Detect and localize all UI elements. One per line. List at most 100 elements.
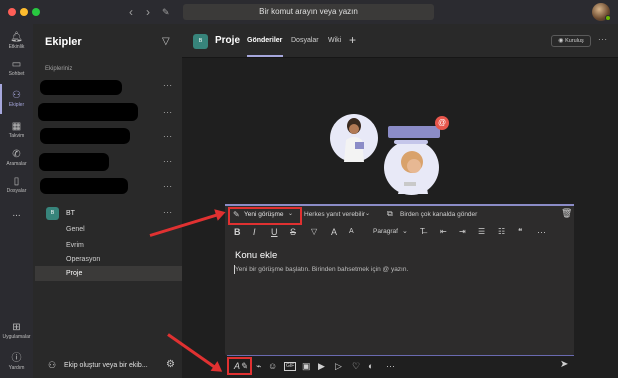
- at-mention-icon: @: [435, 116, 449, 130]
- new-chat-icon[interactable]: ✎: [162, 4, 170, 20]
- team-more-icon[interactable]: ···: [163, 208, 173, 217]
- redacted-team[interactable]: [40, 80, 122, 95]
- font-color-button[interactable]: A: [331, 226, 337, 238]
- zoom-window-icon[interactable]: [32, 8, 40, 16]
- emoji-icon[interactable]: ☺: [268, 360, 277, 372]
- format-icon[interactable]: A✎: [234, 360, 248, 372]
- header-more-icon[interactable]: ···: [598, 35, 608, 44]
- chevron-down-icon[interactable]: ⌄: [402, 226, 408, 238]
- channel-title: Proje: [215, 35, 241, 46]
- format-more-icon[interactable]: ···: [537, 226, 546, 238]
- paragraph-dropdown[interactable]: Paragraf: [373, 228, 398, 235]
- attach-icon[interactable]: ⌁: [256, 360, 261, 372]
- message-input[interactable]: Yeni bir görüşme başlatın. Birinden bahs…: [235, 266, 408, 273]
- redacted-team[interactable]: [40, 128, 130, 144]
- add-tab-button[interactable]: +: [349, 33, 356, 47]
- tab-posts[interactable]: Gönderiler: [247, 37, 282, 44]
- redacted-team[interactable]: [40, 178, 128, 194]
- rail-item-help[interactable]: ⓘ Yardım: [0, 353, 33, 372]
- selected-channel-highlight: [35, 266, 182, 281]
- team-more-icon[interactable]: ···: [163, 182, 173, 191]
- team-name[interactable]: BT: [66, 210, 75, 217]
- illustration-person: [344, 118, 364, 162]
- channel-team-avatar: B: [193, 34, 208, 49]
- italic-button[interactable]: I: [253, 226, 256, 238]
- phone-icon: ✆: [12, 149, 21, 160]
- compose-accent-line: [225, 204, 574, 206]
- team-more-icon[interactable]: ···: [163, 157, 173, 166]
- bold-button[interactable]: B: [234, 226, 241, 238]
- org-wide-label: Kuruluş: [565, 38, 584, 44]
- redacted-team[interactable]: [38, 103, 138, 121]
- minimize-window-icon[interactable]: [20, 8, 28, 16]
- delete-icon[interactable]: 🗑︎: [561, 208, 572, 219]
- people-icon: ⚇: [12, 90, 21, 101]
- redacted-team[interactable]: [39, 153, 109, 171]
- quote-icon[interactable]: ❝: [518, 226, 522, 238]
- sticker-icon[interactable]: ▣: [302, 360, 311, 372]
- gif-icon[interactable]: GIF: [284, 362, 297, 371]
- team-more-icon[interactable]: ···: [163, 108, 173, 117]
- join-team-icon[interactable]: ⚇: [48, 360, 56, 371]
- reply-setting-dropdown[interactable]: Herkes yanıt verebilir: [304, 211, 365, 218]
- teams-window: ‹ › ✎ Bir komut arayın veya yazın 🔔︎ Etk…: [0, 0, 618, 378]
- decrease-indent-icon[interactable]: ⇤: [440, 226, 447, 238]
- numbered-list-icon[interactable]: ☷: [498, 226, 505, 238]
- compose-focus-line: [227, 355, 574, 356]
- channel-item[interactable]: Operasyon: [66, 256, 100, 263]
- tab-files[interactable]: Dosyalar: [291, 37, 319, 44]
- presence-status-icon: [605, 15, 611, 21]
- post-type-dropdown[interactable]: Yeni görüşme: [244, 211, 284, 218]
- close-window-icon[interactable]: [8, 8, 16, 16]
- channel-item[interactable]: Genel: [66, 226, 85, 233]
- rail-item-calls[interactable]: ✆ Aramalar: [0, 149, 33, 168]
- send-later-icon[interactable]: ▷: [335, 360, 342, 372]
- teams-section-label: Ekipleriniz: [45, 66, 73, 72]
- chevron-down-icon[interactable]: ⌄: [288, 210, 293, 217]
- highlight-icon[interactable]: ▽: [311, 226, 317, 238]
- rail-item-activity[interactable]: 🔔︎ Etkinlik: [0, 32, 33, 51]
- underline-button[interactable]: U: [271, 226, 278, 238]
- stream-icon[interactable]: ◐: [368, 360, 373, 372]
- team-more-icon[interactable]: ···: [163, 132, 173, 141]
- post-in-multiple-channels-button[interactable]: Birden çok kanalda gönder: [400, 211, 477, 218]
- bullet-list-icon[interactable]: ☰: [478, 226, 485, 238]
- tab-wiki[interactable]: Wiki: [328, 37, 341, 44]
- channel-item-selected[interactable]: Proje: [66, 270, 82, 277]
- increase-indent-icon[interactable]: ⇥: [459, 226, 466, 238]
- join-or-create-team-link[interactable]: Ekip oluştur veya bir ekib...: [64, 362, 148, 369]
- send-icon[interactable]: ➤: [560, 359, 568, 370]
- chat-icon: ▭: [11, 59, 22, 70]
- rail-item-chat[interactable]: ▭ Sohbet: [0, 59, 33, 78]
- calendar-icon: ▦: [11, 121, 22, 132]
- clear-format-icon[interactable]: T̶: [420, 226, 425, 238]
- rail-item-calendar[interactable]: ▦ Takvim: [0, 121, 33, 140]
- apps-icon: ⊞: [12, 322, 21, 333]
- praise-icon[interactable]: ♡: [352, 360, 360, 372]
- eye-icon: ◉: [558, 38, 564, 44]
- team-more-icon[interactable]: ···: [163, 81, 173, 90]
- rail-item-apps[interactable]: ⊞ Uygulamalar: [0, 322, 33, 341]
- search-input[interactable]: Bir komut arayın veya yazın: [183, 4, 434, 20]
- more-icon: ...: [12, 208, 21, 219]
- rail-item-teams[interactable]: ⚇ Ekipler: [0, 90, 33, 109]
- chevron-down-icon[interactable]: ⌄: [365, 210, 370, 217]
- channel-item[interactable]: Evrim: [66, 242, 84, 249]
- subject-input[interactable]: Konu ekle: [235, 250, 277, 261]
- illustration-person: [398, 151, 428, 194]
- teams-pane-title: Ekipler: [45, 36, 82, 48]
- forward-arrow-icon[interactable]: ›: [146, 4, 150, 20]
- team-avatar: B: [46, 207, 59, 220]
- help-icon: ⓘ: [11, 353, 22, 364]
- font-size-button[interactable]: A: [349, 226, 354, 238]
- org-wide-button[interactable]: ◉ Kuruluş: [551, 35, 591, 47]
- rail-item-more[interactable]: ...: [0, 208, 33, 220]
- filter-icon[interactable]: ▽: [162, 36, 170, 47]
- rail-item-files[interactable]: ▯ Dosyalar: [0, 176, 33, 195]
- back-arrow-icon[interactable]: ‹: [129, 4, 133, 20]
- strikethrough-button[interactable]: S: [290, 226, 296, 238]
- meet-now-icon[interactable]: ▶: [318, 360, 325, 372]
- settings-icon[interactable]: ⚙: [166, 359, 175, 370]
- more-options-icon[interactable]: ···: [386, 360, 395, 372]
- illustration-message-card: [388, 126, 440, 138]
